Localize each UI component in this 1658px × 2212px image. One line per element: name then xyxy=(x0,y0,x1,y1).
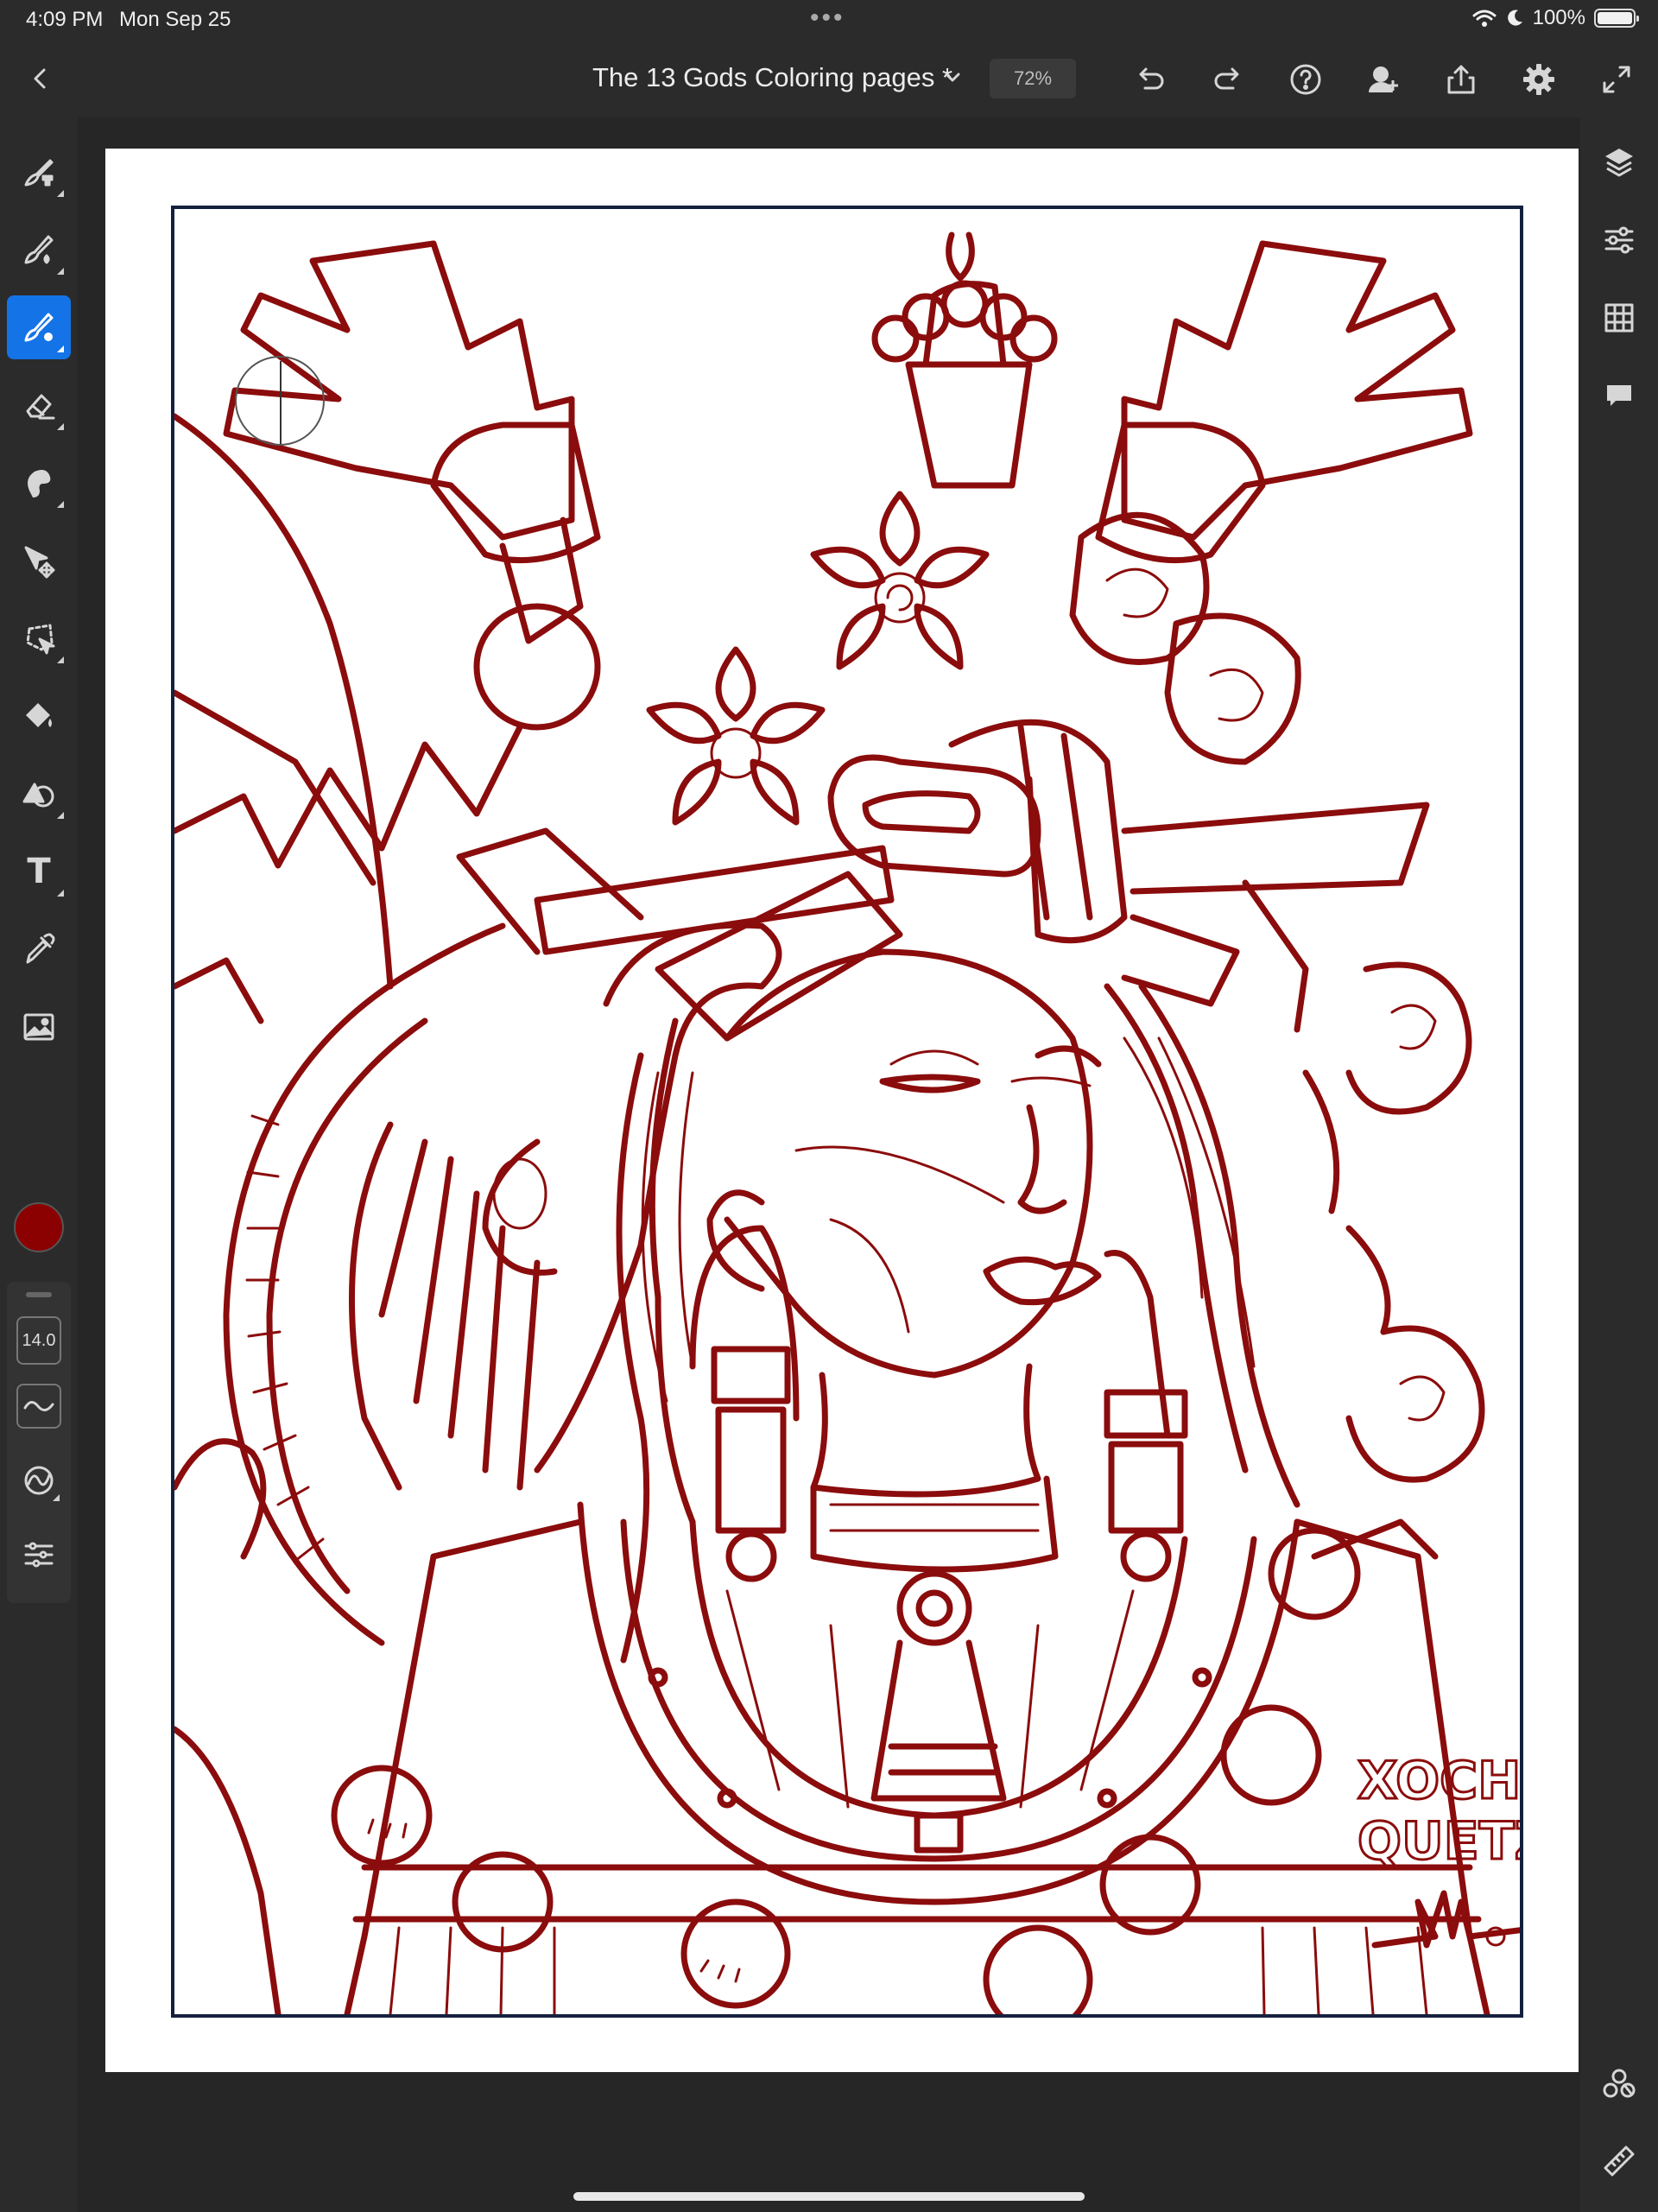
move-icon xyxy=(24,546,55,579)
fullscreen-button[interactable] xyxy=(1596,59,1637,100)
grid-icon xyxy=(1604,303,1634,333)
eyedropper-icon xyxy=(26,933,55,964)
smudge-tool[interactable] xyxy=(7,451,71,515)
pressure-icon xyxy=(24,1466,54,1495)
live-brush-icon xyxy=(24,235,54,264)
invite-button[interactable] xyxy=(1363,59,1404,100)
zoom-level[interactable]: 72% xyxy=(990,59,1076,98)
help-button[interactable] xyxy=(1285,59,1326,100)
document-page[interactable]: XOCHI QUETZAL xyxy=(105,149,1579,2072)
layers-icon xyxy=(1605,149,1633,177)
brush-settings-icon xyxy=(24,1542,54,1568)
layer-properties-button[interactable] xyxy=(1593,214,1645,266)
panel-grip[interactable] xyxy=(26,1292,52,1297)
ruler-icon xyxy=(1604,2145,1635,2177)
smudge-icon xyxy=(28,470,51,498)
selection-tool[interactable] xyxy=(7,606,71,670)
vector-brush-icon xyxy=(24,313,54,342)
grid-button[interactable] xyxy=(1593,292,1645,344)
help-icon xyxy=(1290,64,1321,95)
color-swatch[interactable] xyxy=(14,1202,64,1252)
pixel-brush-tool[interactable] xyxy=(7,140,71,204)
text-tool[interactable]: T xyxy=(7,840,71,903)
brush-size[interactable]: 14.0 xyxy=(16,1316,61,1365)
battery-icon xyxy=(1594,9,1639,28)
brush-cursor xyxy=(235,356,325,446)
signature-line1: XOCHI xyxy=(1357,1751,1520,1811)
pixel-brush-icon xyxy=(24,159,54,187)
moon-icon xyxy=(1507,10,1522,26)
status-date: Mon Sep 25 xyxy=(119,8,231,31)
text-icon: T xyxy=(27,852,51,891)
redo-button[interactable] xyxy=(1207,59,1249,100)
home-indicator[interactable] xyxy=(573,2192,1085,2201)
undo-icon xyxy=(1139,67,1164,90)
touch-shortcut-icon xyxy=(1603,2069,1636,2098)
undo-button[interactable] xyxy=(1130,59,1171,100)
status-bar: 4:09 PM Mon Sep 25 ••• 100% xyxy=(0,0,1658,40)
back-button[interactable] xyxy=(21,59,60,98)
document-menu-button[interactable] xyxy=(940,62,965,93)
artwork-frame[interactable]: XOCHI QUETZAL xyxy=(171,206,1523,2018)
layer-properties-icon xyxy=(1604,226,1634,254)
shapes-icon xyxy=(22,783,54,808)
comments-button[interactable] xyxy=(1593,370,1645,421)
status-time: 4:09 PM xyxy=(26,8,104,31)
fill-tool[interactable] xyxy=(7,684,71,748)
multitasking-dots[interactable]: ••• xyxy=(810,3,845,33)
left-toolbar: T 14.0 xyxy=(0,117,78,2212)
chevron-left-icon xyxy=(34,68,46,89)
image-tool[interactable] xyxy=(7,995,71,1059)
status-indicators: 100% xyxy=(1472,6,1639,30)
share-button[interactable] xyxy=(1440,59,1482,100)
comments-icon xyxy=(1607,385,1631,406)
share-icon xyxy=(1447,65,1475,94)
canvas-workspace[interactable]: XOCHI QUETZAL xyxy=(78,117,1580,2212)
invite-icon xyxy=(1369,67,1398,92)
wifi-icon xyxy=(1472,10,1497,27)
image-icon xyxy=(23,1013,54,1041)
ruler-button[interactable] xyxy=(1593,2135,1645,2187)
brush-settings-button[interactable] xyxy=(16,1532,61,1577)
stroke-smoothing-button[interactable] xyxy=(16,1384,61,1429)
transform-tool[interactable] xyxy=(7,529,71,593)
lasso-icon xyxy=(26,624,55,655)
right-toolbar xyxy=(1580,117,1658,2212)
signature-line2: QUETZAL xyxy=(1357,1811,1520,1872)
coloring-page-artwork: XOCHI QUETZAL xyxy=(174,231,1520,2014)
gear-icon xyxy=(1523,64,1554,95)
paint-bucket-icon xyxy=(26,703,52,727)
fullscreen-icon xyxy=(1603,66,1630,93)
layers-button[interactable] xyxy=(1593,136,1645,188)
top-toolbar: The 13 Gods Coloring pages * 72% xyxy=(0,40,1658,117)
document-title[interactable]: The 13 Gods Coloring pages * xyxy=(592,62,952,93)
brush-panel: 14.0 xyxy=(7,1282,71,1603)
stroke-smoothing-icon xyxy=(23,1401,54,1411)
chevron-down-icon xyxy=(945,73,960,82)
eyedropper-tool[interactable] xyxy=(7,917,71,981)
redo-icon xyxy=(1214,67,1239,90)
eraser-icon xyxy=(26,394,55,420)
vector-brush-tool[interactable] xyxy=(7,295,71,359)
settings-button[interactable] xyxy=(1518,59,1560,100)
shapes-tool[interactable] xyxy=(7,762,71,826)
live-brush-tool[interactable] xyxy=(7,218,71,282)
battery-percent: 100% xyxy=(1532,6,1585,29)
pressure-button[interactable] xyxy=(16,1458,61,1503)
eraser-tool[interactable] xyxy=(7,373,71,437)
touch-shortcut-button[interactable] xyxy=(1593,2057,1645,2109)
